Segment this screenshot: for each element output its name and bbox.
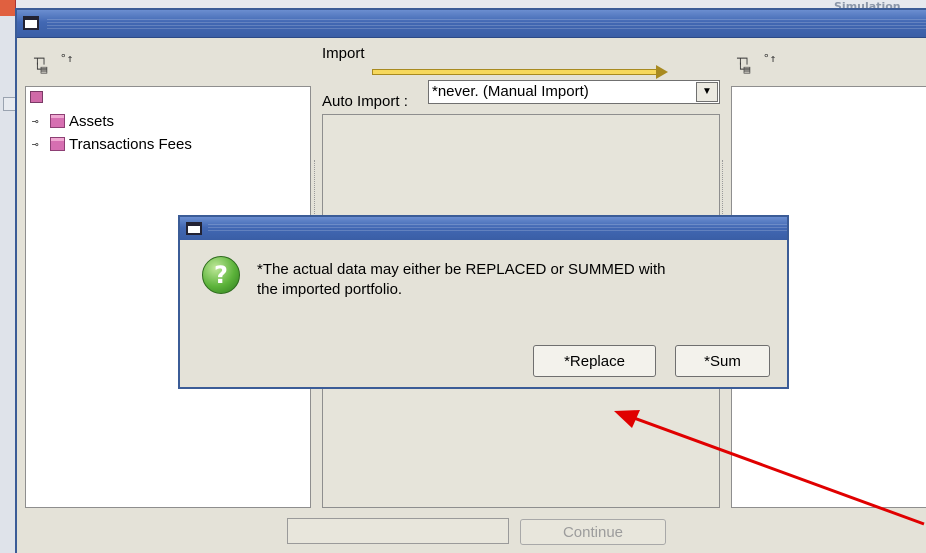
annotation-arrow — [614, 410, 925, 526]
annotation-arrow-line — [633, 416, 925, 526]
